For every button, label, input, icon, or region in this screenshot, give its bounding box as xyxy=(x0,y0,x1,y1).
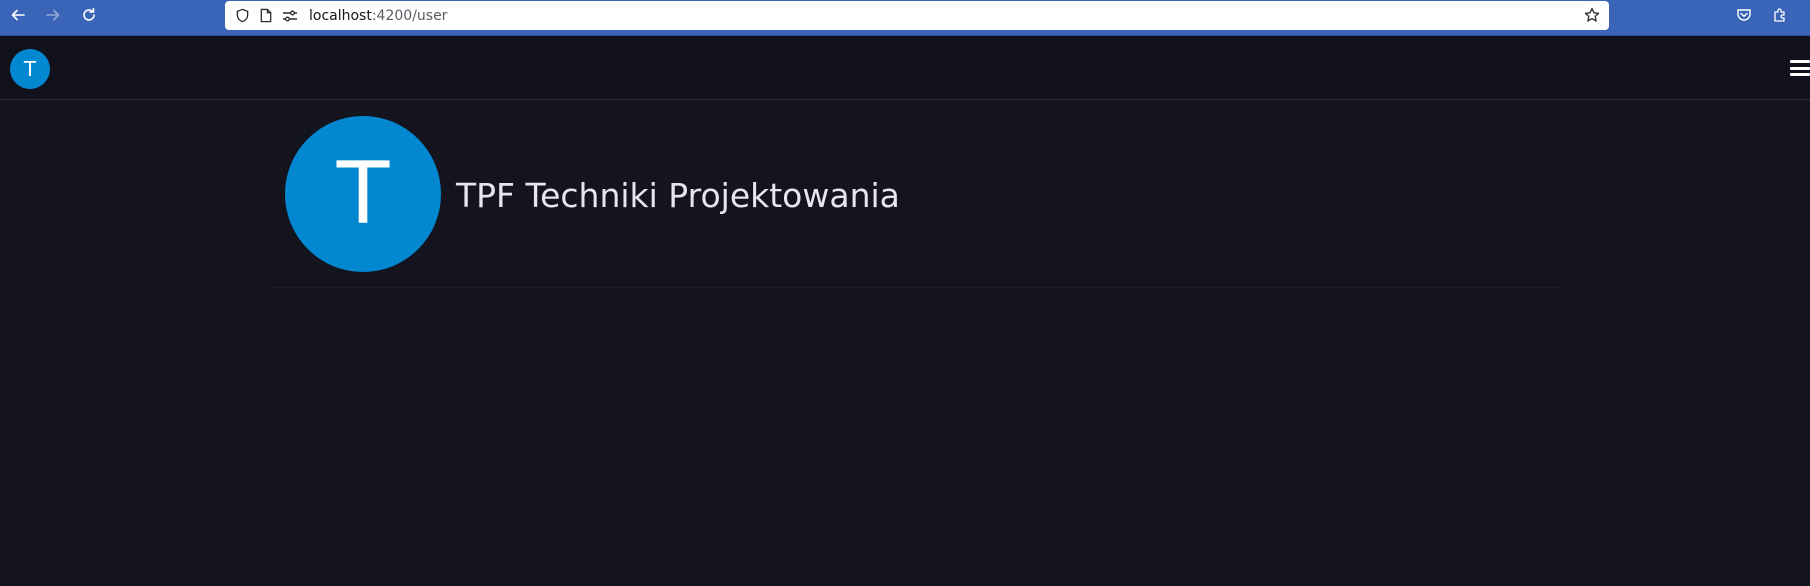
browser-toolbar: localhost:4200/user xyxy=(0,0,1810,36)
hamburger-icon[interactable] xyxy=(1790,58,1810,78)
star-icon xyxy=(1584,7,1600,22)
profile-avatar: T xyxy=(285,116,441,272)
extensions-icon xyxy=(1774,8,1785,22)
hamburger-line xyxy=(1790,66,1810,70)
hamburger-line xyxy=(1790,73,1810,76)
hamburger-line xyxy=(1790,60,1810,63)
pocket-icon xyxy=(1737,9,1751,21)
shield-icon[interactable] xyxy=(231,5,253,27)
profile-card: T TPF Techniki Projektowania xyxy=(270,100,1560,288)
arrow-left-icon xyxy=(11,9,25,21)
pocket-button[interactable] xyxy=(1730,3,1758,27)
back-button[interactable] xyxy=(3,3,33,27)
bookmark-star-button[interactable] xyxy=(1581,4,1603,26)
reload-icon xyxy=(83,7,95,21)
profile-name: TPF Techniki Projektowania xyxy=(456,176,900,215)
app-header: T xyxy=(0,36,1810,100)
page-icon[interactable] xyxy=(255,5,277,27)
permissions-icon[interactable] xyxy=(279,5,301,27)
url-path: :4200/user xyxy=(371,7,448,24)
address-bar[interactable]: localhost:4200/user xyxy=(225,1,1609,30)
reload-button[interactable] xyxy=(74,3,104,27)
forward-button[interactable] xyxy=(38,3,68,27)
url-host: localhost xyxy=(309,7,372,24)
url-text: localhost:4200/user xyxy=(309,8,447,24)
extensions-button[interactable] xyxy=(1766,3,1794,27)
arrow-right-icon xyxy=(46,9,60,21)
avatar[interactable]: T xyxy=(10,49,50,89)
